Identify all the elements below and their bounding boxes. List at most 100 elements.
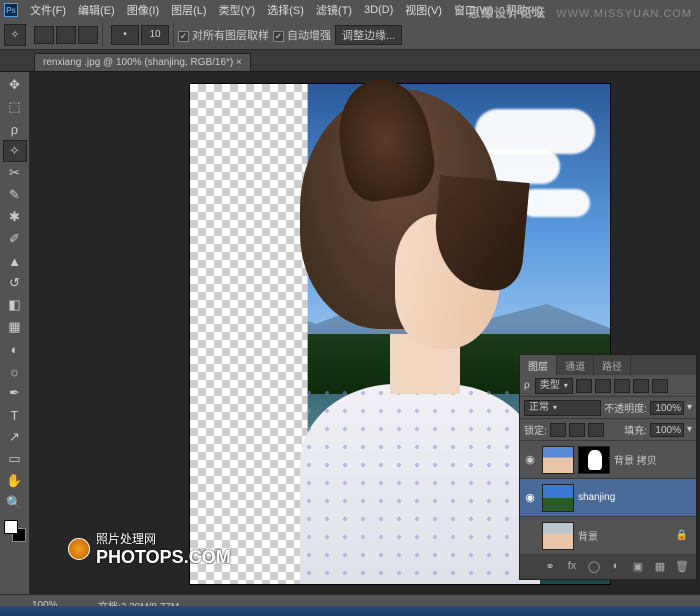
blur-tool[interactable]: ◐ — [3, 338, 27, 360]
filter-smart-icon[interactable] — [652, 379, 668, 393]
crop-tool[interactable]: ✂ — [3, 162, 27, 184]
zoom-tool[interactable]: 🔍 — [3, 492, 27, 514]
chevron-down-icon: ▾ — [553, 400, 557, 415]
lock-fill-row: 锁定: 填充: 100%▾ — [520, 419, 696, 441]
marquee-tool[interactable]: ⬚ — [3, 96, 27, 118]
layer-row[interactable]: ◉ shanjing — [520, 479, 696, 517]
file-menu[interactable]: 文件(F) — [24, 2, 72, 18]
layer-fx-icon[interactable]: fx — [564, 560, 580, 574]
edit-menu[interactable]: 编辑(E) — [72, 2, 121, 18]
fill-label: 填充: — [624, 422, 647, 437]
hand-tool[interactable]: ✋ — [3, 470, 27, 492]
layer-name[interactable]: 背景 拷贝 — [614, 452, 657, 467]
tool-palette: ✥ ⬚ ρ ✧ ✂ ✎ ✱ ✐ ▲ ↺ ◧ ▦ ◐ ☼ ✒ T ↗ ▭ ✋ 🔍 — [0, 72, 30, 594]
subtract-selection-icon[interactable] — [78, 26, 98, 44]
tab-layers[interactable]: 图层 — [520, 355, 557, 376]
select-menu[interactable]: 选择(S) — [261, 2, 310, 18]
type-tool[interactable]: T — [3, 404, 27, 426]
gradient-tool[interactable]: ▦ — [3, 316, 27, 338]
brand-url: WWW.MISSYUAN.COM — [556, 8, 692, 20]
layer-filter-row: ρ 类型▾ — [520, 375, 696, 397]
layers-panel-footer: ⚭ fx ◯ ◐ ▣ ▦ 🗑 — [520, 555, 696, 579]
eyedropper-tool[interactable]: ✎ — [3, 184, 27, 206]
brush-tool[interactable]: ✐ — [3, 228, 27, 250]
move-tool[interactable]: ✥ — [3, 74, 27, 96]
layer-thumb-icon[interactable] — [542, 522, 574, 550]
document-tab-label: renxiang .jpg @ 100% (shanjing, RGB/16*)… — [43, 57, 242, 68]
opacity-field[interactable]: 100% — [650, 401, 684, 415]
pen-tool[interactable]: ✒ — [3, 382, 27, 404]
filter-type-icon[interactable] — [614, 379, 630, 393]
chevron-down-icon[interactable]: ▾ — [687, 402, 692, 413]
layer-name[interactable]: shanjing — [578, 492, 615, 503]
threed-menu[interactable]: 3D(D) — [358, 4, 399, 16]
lock-position-icon[interactable] — [569, 423, 585, 437]
layer-row[interactable]: ◉ 背景 拷贝 — [520, 441, 696, 479]
link-layers-icon[interactable]: ⚭ — [542, 560, 558, 574]
ps-logo-icon: Ps — [4, 3, 18, 17]
filter-adjust-icon[interactable] — [595, 379, 611, 393]
image-menu[interactable]: 图像(I) — [121, 2, 165, 18]
sample-all-option[interactable]: ✓对所有图层取样 — [178, 27, 269, 43]
filter-menu[interactable]: 滤镜(T) — [310, 2, 358, 18]
quick-select-tool[interactable]: ✧ — [3, 140, 27, 162]
menu-bar: Ps 文件(F) 编辑(E) 图像(I) 图层(L) 类型(Y) 选择(S) 滤… — [0, 0, 700, 20]
new-selection-icon[interactable] — [34, 26, 54, 44]
foreground-color-icon[interactable] — [4, 520, 18, 534]
filter-pixel-icon[interactable] — [576, 379, 592, 393]
watermark-label: 照片处理网 — [96, 530, 231, 547]
refine-edge-button[interactable]: 调整边缘... — [335, 25, 402, 45]
visibility-toggle[interactable]: ◉ — [522, 490, 538, 506]
layer-mask-thumb-icon[interactable] — [578, 446, 610, 474]
document-tab-bar: renxiang .jpg @ 100% (shanjing, RGB/16*)… — [0, 50, 700, 72]
auto-enhance-option[interactable]: ✓自动增强 — [273, 27, 331, 43]
brush-size-field[interactable]: 10 — [141, 25, 169, 45]
layer-thumb-icon[interactable] — [542, 484, 574, 512]
path-select-tool[interactable]: ↗ — [3, 426, 27, 448]
options-bar: ✧ • 10 ✓对所有图层取样 ✓自动增强 调整边缘... — [0, 20, 700, 50]
layer-menu[interactable]: 图层(L) — [165, 2, 212, 18]
body-shape — [300, 384, 540, 584]
canvas-area[interactable]: 图层 通道 路径 ρ 类型▾ 正常▾ 不透明度: 100%▾ — [30, 72, 700, 594]
history-brush-tool[interactable]: ↺ — [3, 272, 27, 294]
adjustment-layer-icon[interactable]: ◐ — [608, 560, 624, 574]
lock-label: 锁定: — [524, 422, 547, 437]
stamp-tool[interactable]: ▲ — [3, 250, 27, 272]
portrait-layer-render — [240, 84, 540, 584]
view-menu[interactable]: 视图(V) — [399, 2, 448, 18]
chevron-down-icon[interactable]: ▾ — [687, 424, 692, 435]
type-menu[interactable]: 类型(Y) — [213, 2, 262, 18]
tab-paths[interactable]: 路径 — [594, 355, 631, 376]
layer-row[interactable]: 背景 🔒 — [520, 517, 696, 555]
tab-channels[interactable]: 通道 — [557, 355, 594, 376]
fill-field[interactable]: 100% — [650, 423, 684, 437]
active-tool-icon[interactable]: ✧ — [4, 24, 26, 46]
delete-layer-icon[interactable]: 🗑 — [674, 560, 690, 574]
visibility-toggle[interactable]: ◉ — [522, 452, 538, 468]
filter-kind-dropdown[interactable]: 类型▾ — [535, 378, 573, 394]
add-mask-icon[interactable]: ◯ — [586, 560, 602, 574]
panel-tab-bar: 图层 通道 路径 — [520, 355, 696, 375]
layer-thumb-icon[interactable] — [542, 446, 574, 474]
heal-tool[interactable]: ✱ — [3, 206, 27, 228]
blend-mode-dropdown[interactable]: 正常▾ — [524, 400, 601, 416]
os-taskbar[interactable] — [0, 606, 700, 616]
lock-pixels-icon[interactable] — [550, 423, 566, 437]
lock-all-icon[interactable] — [588, 423, 604, 437]
visibility-toggle[interactable] — [522, 528, 538, 544]
eraser-tool[interactable]: ◧ — [3, 294, 27, 316]
watermark-logo-icon — [68, 538, 90, 560]
brush-preview[interactable]: • — [111, 25, 139, 45]
top-watermark: 思缘设计论坛 WWW.MISSYUAN.COM — [468, 4, 692, 21]
dodge-tool[interactable]: ☼ — [3, 360, 27, 382]
add-selection-icon[interactable] — [56, 26, 76, 44]
lasso-tool[interactable]: ρ — [3, 118, 27, 140]
watermark-url: PHOTOPS.COM — [96, 547, 231, 568]
new-group-icon[interactable]: ▣ — [630, 560, 646, 574]
new-layer-icon[interactable]: ▦ — [652, 560, 668, 574]
shape-tool[interactable]: ▭ — [3, 448, 27, 470]
document-tab[interactable]: renxiang .jpg @ 100% (shanjing, RGB/16*)… — [34, 53, 251, 71]
layer-name[interactable]: 背景 — [578, 528, 598, 543]
filter-shape-icon[interactable] — [633, 379, 649, 393]
color-swatch[interactable] — [4, 520, 26, 542]
